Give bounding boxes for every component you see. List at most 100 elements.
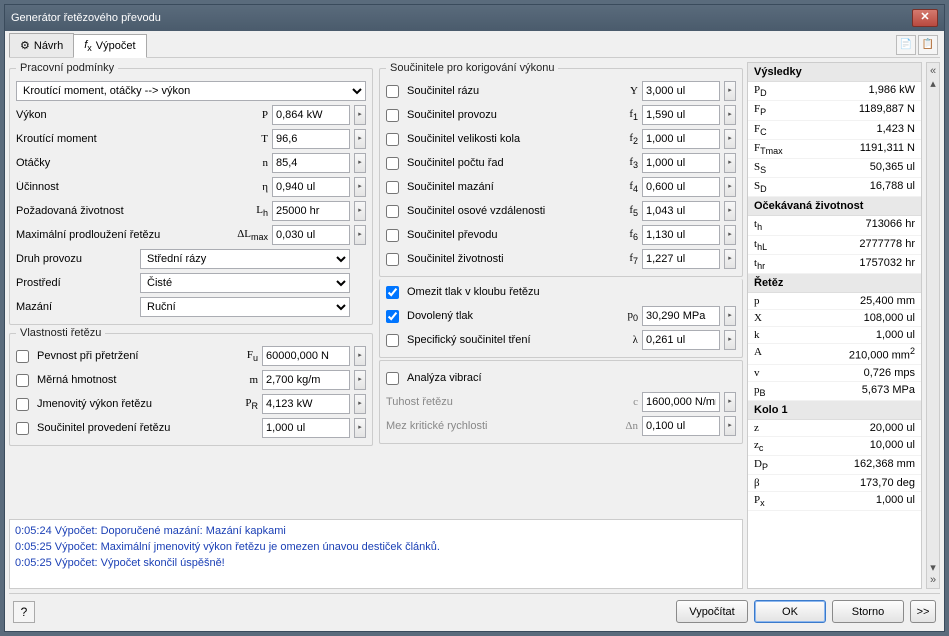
scroll-up-icon[interactable]: ▴ — [930, 77, 936, 90]
f2-input[interactable] — [642, 129, 720, 149]
scroll-expand-icon[interactable]: » — [930, 574, 936, 586]
f4-input[interactable] — [642, 177, 720, 197]
f4-label: Součinitel mazání — [407, 181, 600, 193]
more-button[interactable]: >> — [910, 600, 936, 623]
scroll-collapse-icon[interactable]: « — [930, 65, 936, 77]
file-button[interactable]: 📄 — [896, 35, 916, 55]
calculate-button[interactable]: Vypočítat — [676, 600, 748, 623]
life-label: Požadovaná životnost — [16, 205, 230, 217]
pr-spin[interactable]: ▸ — [354, 394, 366, 414]
eff-input[interactable] — [272, 177, 350, 197]
f7-spin[interactable]: ▸ — [724, 249, 736, 269]
m-symbol: m — [224, 374, 258, 386]
torque-input[interactable] — [272, 129, 350, 149]
f3-spin[interactable]: ▸ — [724, 153, 736, 173]
p0-symbol: p0 — [604, 309, 638, 323]
maz-select[interactable]: Ruční — [140, 297, 350, 317]
lam-check[interactable] — [386, 334, 399, 347]
f5-spin[interactable]: ▸ — [724, 201, 736, 221]
cancel-button[interactable]: Storno — [832, 600, 904, 623]
y-input[interactable] — [642, 81, 720, 101]
f7-input[interactable] — [642, 249, 720, 269]
result-value: 50,365 ul — [870, 161, 915, 175]
f7-label: Součinitel životnosti — [407, 253, 600, 265]
lam-spin[interactable]: ▸ — [724, 330, 736, 350]
window-title: Generátor řetězového převodu — [11, 12, 161, 24]
ok-button[interactable]: OK — [754, 600, 826, 623]
f6-input[interactable] — [642, 225, 720, 245]
f2-check[interactable] — [386, 133, 399, 146]
toolbar-buttons: 📄 📋 — [894, 33, 940, 57]
elong-spin[interactable]: ▸ — [354, 225, 366, 245]
pr-input[interactable] — [262, 394, 350, 414]
results-rows-4: z20,000 ulzc10,000 ulDP162,368 mmβ173,70… — [748, 420, 921, 512]
life-spin[interactable]: ▸ — [354, 201, 366, 221]
cf-input[interactable] — [262, 418, 350, 438]
p0-input[interactable] — [642, 306, 720, 326]
f3-check[interactable] — [386, 157, 399, 170]
tab-navrh-label: Návrh — [34, 40, 63, 52]
group-pressure: Omezit tlak v kloubu řetězu Dovolený tla… — [379, 279, 743, 358]
vib-check[interactable] — [386, 372, 399, 385]
cf-spin[interactable]: ▸ — [354, 418, 366, 438]
f5-input[interactable] — [642, 201, 720, 221]
fu-spin[interactable]: ▸ — [354, 346, 366, 366]
y-spin[interactable]: ▸ — [724, 81, 736, 101]
speed-spin[interactable]: ▸ — [354, 153, 366, 173]
eff-spin[interactable]: ▸ — [354, 177, 366, 197]
vib-label: Analýza vibrací — [407, 372, 736, 384]
dn-symbol: Δn — [604, 420, 638, 432]
p0-check[interactable] — [386, 310, 399, 323]
power-input[interactable] — [272, 105, 350, 125]
wheel1-header: Kolo 1 — [748, 401, 921, 420]
results-scrollbar[interactable]: « ▴ ▾ » — [926, 62, 940, 589]
result-key: th — [754, 218, 762, 232]
power-spin[interactable]: ▸ — [354, 105, 366, 125]
tab-vypocet[interactable]: fxVýpočet — [73, 34, 146, 58]
f5-check[interactable] — [386, 205, 399, 218]
fu-check[interactable] — [16, 350, 29, 363]
f7-check[interactable] — [386, 253, 399, 266]
result-row: A210,000 mm2 — [748, 344, 921, 365]
mode-select[interactable]: Kroutící moment, otáčky --> výkon — [16, 81, 366, 101]
f4-check[interactable] — [386, 181, 399, 194]
speed-input[interactable] — [272, 153, 350, 173]
drprov-select[interactable]: Střední rázy — [140, 249, 350, 269]
pr-check[interactable] — [16, 398, 29, 411]
m-check[interactable] — [16, 374, 29, 387]
limit-check[interactable] — [386, 286, 399, 299]
f1-check[interactable] — [386, 109, 399, 122]
f1-spin[interactable]: ▸ — [724, 105, 736, 125]
m-spin[interactable]: ▸ — [354, 370, 366, 390]
y-check[interactable] — [386, 85, 399, 98]
result-key: FC — [754, 123, 767, 137]
f6-spin[interactable]: ▸ — [724, 225, 736, 245]
pros-select[interactable]: Čisté — [140, 273, 350, 293]
p0-spin[interactable]: ▸ — [724, 306, 736, 326]
help-button[interactable]: ? — [13, 601, 35, 623]
cf-check[interactable] — [16, 422, 29, 435]
close-button[interactable]: ✕ — [912, 9, 938, 27]
left-pane: Pracovní podmínky Kroutící moment, otáčk… — [9, 62, 743, 589]
log-line: 0:05:25 Výpočet: Výpočet skončil úspěšně… — [15, 555, 737, 571]
f2-symbol: f2 — [604, 132, 638, 146]
torque-spin[interactable]: ▸ — [354, 129, 366, 149]
f3-input[interactable] — [642, 153, 720, 173]
fu-input[interactable] — [262, 346, 350, 366]
m-input[interactable] — [262, 370, 350, 390]
life-input[interactable] — [272, 201, 350, 221]
group-coefs: Součinitele pro korigování výkonu Součin… — [379, 62, 743, 277]
f4-spin[interactable]: ▸ — [724, 177, 736, 197]
f1-label: Součinitel provozu — [407, 109, 600, 121]
column-right: Součinitele pro korigování výkonu Součin… — [379, 62, 743, 517]
elong-input[interactable] — [272, 225, 350, 245]
tab-navrh[interactable]: ⚙Návrh — [9, 33, 74, 57]
result-key: k — [754, 329, 760, 341]
f6-check[interactable] — [386, 229, 399, 242]
f1-input[interactable] — [642, 105, 720, 125]
pr-symbol: PR — [224, 397, 258, 411]
f2-spin[interactable]: ▸ — [724, 129, 736, 149]
notes-button[interactable]: 📋 — [918, 35, 938, 55]
scroll-down-icon[interactable]: ▾ — [930, 561, 936, 574]
lam-input[interactable] — [642, 330, 720, 350]
